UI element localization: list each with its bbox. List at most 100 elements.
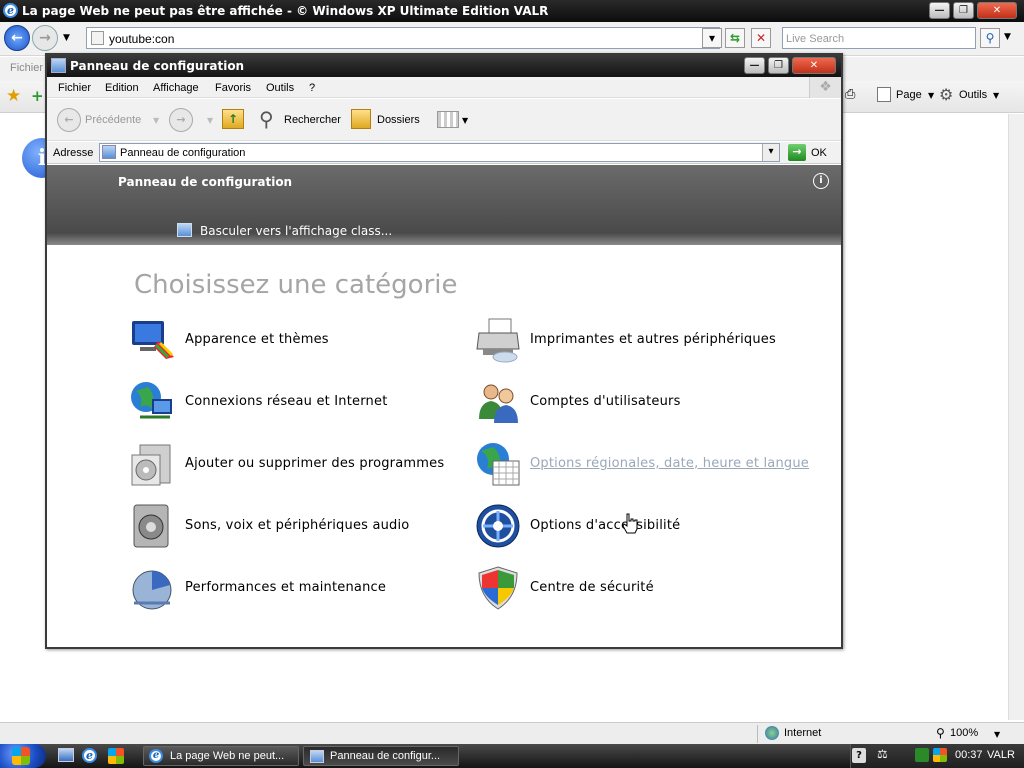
network-status-icon[interactable]: ⚖: [877, 747, 888, 761]
back-dropdown-icon[interactable]: ▼: [153, 116, 159, 125]
cp-minimize-button[interactable]: —: [744, 57, 765, 74]
folders-icon[interactable]: [351, 109, 371, 129]
tray-app-icon-2[interactable]: [933, 748, 947, 762]
tools-menu[interactable]: Outils: [959, 89, 987, 101]
quicklaunch-ie-icon[interactable]: e: [82, 748, 97, 763]
history-dropdown-icon[interactable]: ▼: [63, 33, 70, 43]
taskbar-item-label: Panneau de configur...: [330, 750, 441, 762]
stop-icon[interactable]: ✕: [751, 28, 771, 48]
search-magnifier-icon[interactable]: ⚲: [259, 107, 274, 131]
clock[interactable]: 00:37: [955, 749, 983, 761]
menu-favoris[interactable]: Favoris: [215, 82, 251, 94]
tools-dropdown-icon[interactable]: ▼: [993, 91, 999, 100]
taskbar-item-ie[interactable]: e La page Web ne peut...: [143, 746, 299, 766]
security-shield-icon: [478, 566, 518, 610]
ie-scrollbar[interactable]: [1008, 114, 1024, 720]
users-icon: [479, 384, 518, 423]
close-button[interactable]: ✕: [977, 2, 1017, 19]
zoom-level[interactable]: 100%: [950, 727, 978, 739]
search-button[interactable]: Rechercher: [284, 114, 341, 126]
category-appearance[interactable]: Apparence et thèmes: [130, 317, 430, 363]
cp-toolbar: ← Précédente ▼ → ▼ ↑ ⚲ Rechercher Dossie…: [47, 99, 841, 141]
windows-flag-icon: ❖: [809, 77, 841, 98]
ie-task-icon: e: [149, 749, 163, 763]
favorites-star-icon[interactable]: ★: [6, 86, 21, 106]
forward-arrow-icon[interactable]: →: [32, 25, 58, 51]
category-sounds[interactable]: Sons, voix et périphériques audio: [130, 503, 430, 549]
start-button[interactable]: [0, 744, 46, 768]
switch-classic-view-link[interactable]: Basculer vers l'affichage class...: [200, 224, 392, 238]
zoom-dropdown-icon[interactable]: ▼: [994, 730, 1000, 739]
quicklaunch-app-icon[interactable]: [108, 748, 124, 764]
cp-title-bar[interactable]: Panneau de configuration — ❐ ✕: [47, 55, 841, 77]
menu-fichier[interactable]: Fichier: [58, 82, 91, 94]
zoom-icon[interactable]: ⚲: [936, 726, 945, 740]
cp-maximize-button[interactable]: ❐: [768, 57, 789, 74]
taskbar-item-control-panel[interactable]: Panneau de configur...: [303, 746, 459, 766]
show-desktop-icon[interactable]: [58, 748, 74, 762]
add-favorite-icon[interactable]: +: [31, 87, 44, 105]
category-regional[interactable]: Options régionales, date, heure et langu…: [475, 441, 815, 487]
maximize-button[interactable]: ❐: [953, 2, 974, 19]
category-label: Ajouter ou supprimer des programmes: [185, 456, 445, 471]
search-options-icon[interactable]: ▼: [1004, 32, 1011, 42]
ie-search-input[interactable]: Live Search: [782, 27, 976, 49]
cp-category-area: Choisissez une catégorie Apparence et th…: [47, 245, 841, 647]
network-icon: [131, 382, 172, 419]
minimize-button[interactable]: —: [929, 2, 950, 19]
menu-edition[interactable]: Edition: [105, 82, 139, 94]
category-performance[interactable]: Performances et maintenance: [130, 565, 430, 611]
menu-affichage[interactable]: Affichage: [153, 82, 199, 94]
views-icon[interactable]: [437, 111, 459, 128]
username: VALR: [987, 749, 1015, 761]
category-label: Apparence et thèmes: [185, 332, 329, 347]
go-button[interactable]: OK: [811, 147, 827, 159]
up-folder-icon[interactable]: ↑: [222, 109, 244, 129]
ie-address-field[interactable]: youtube:con: [86, 27, 720, 49]
tools-gear-icon[interactable]: ⚙: [939, 85, 953, 104]
address-label: Adresse: [53, 147, 94, 159]
help-icon[interactable]: ?: [852, 748, 866, 763]
address-dropdown-icon[interactable]: ▾: [702, 28, 722, 48]
cp-address-field[interactable]: Panneau de configuration ▾: [99, 143, 780, 162]
back-button[interactable]: Précédente: [85, 114, 141, 126]
category-users[interactable]: Comptes d'utilisateurs: [475, 379, 775, 425]
search-icon[interactable]: ⚲: [980, 28, 1000, 48]
category-printers[interactable]: Imprimantes et autres périphériques: [475, 317, 795, 363]
category-label: Imprimantes et autres périphériques: [530, 332, 776, 347]
ie-title-bar[interactable]: e La page Web ne peut pas être affichée …: [0, 0, 1024, 22]
refresh-icon[interactable]: ⇆: [725, 28, 745, 48]
views-dropdown-icon[interactable]: ▼: [462, 116, 468, 125]
cp-close-button[interactable]: ✕: [792, 57, 836, 74]
tray-app-icon-1[interactable]: [915, 748, 929, 762]
taskbar-item-label: La page Web ne peut...: [170, 750, 285, 762]
programs-icon: [131, 444, 171, 486]
appearance-icon: [132, 321, 174, 359]
back-arrow-icon[interactable]: ←: [4, 25, 30, 51]
control-panel-window: Panneau de configuration — ❐ ✕ Fichier E…: [45, 53, 843, 649]
page-dropdown-icon[interactable]: ▼: [928, 91, 934, 100]
menu-outils[interactable]: Outils: [266, 82, 294, 94]
category-security-center[interactable]: Centre de sécurité: [475, 565, 775, 611]
forward-icon[interactable]: →: [169, 108, 193, 132]
speaker-icon: [133, 504, 169, 548]
menu-help[interactable]: ?: [309, 82, 315, 94]
page-menu[interactable]: Page: [896, 89, 922, 101]
page-icon: [91, 31, 104, 45]
folders-button[interactable]: Dossiers: [377, 114, 420, 126]
category-programs[interactable]: Ajouter ou supprimer des programmes: [130, 441, 450, 487]
category-network[interactable]: Connexions réseau et Internet: [130, 379, 430, 425]
cp-header-title: Panneau de configuration: [118, 175, 293, 189]
page-menu-icon[interactable]: [877, 87, 891, 102]
info-help-icon[interactable]: i: [813, 173, 829, 189]
print-icon[interactable]: ⎙: [845, 87, 855, 102]
cp-window-title: Panneau de configuration: [70, 59, 245, 73]
ie-menu-fichier[interactable]: Fichier: [10, 62, 43, 74]
go-arrow-icon[interactable]: →: [788, 144, 806, 161]
back-icon[interactable]: ←: [57, 108, 81, 132]
regional-icon: [477, 443, 520, 486]
forward-dropdown-icon[interactable]: ▼: [207, 116, 213, 125]
cp-address-dropdown-icon[interactable]: ▾: [762, 144, 779, 161]
category-label: Performances et maintenance: [185, 580, 387, 595]
performance-icon: [132, 570, 172, 610]
